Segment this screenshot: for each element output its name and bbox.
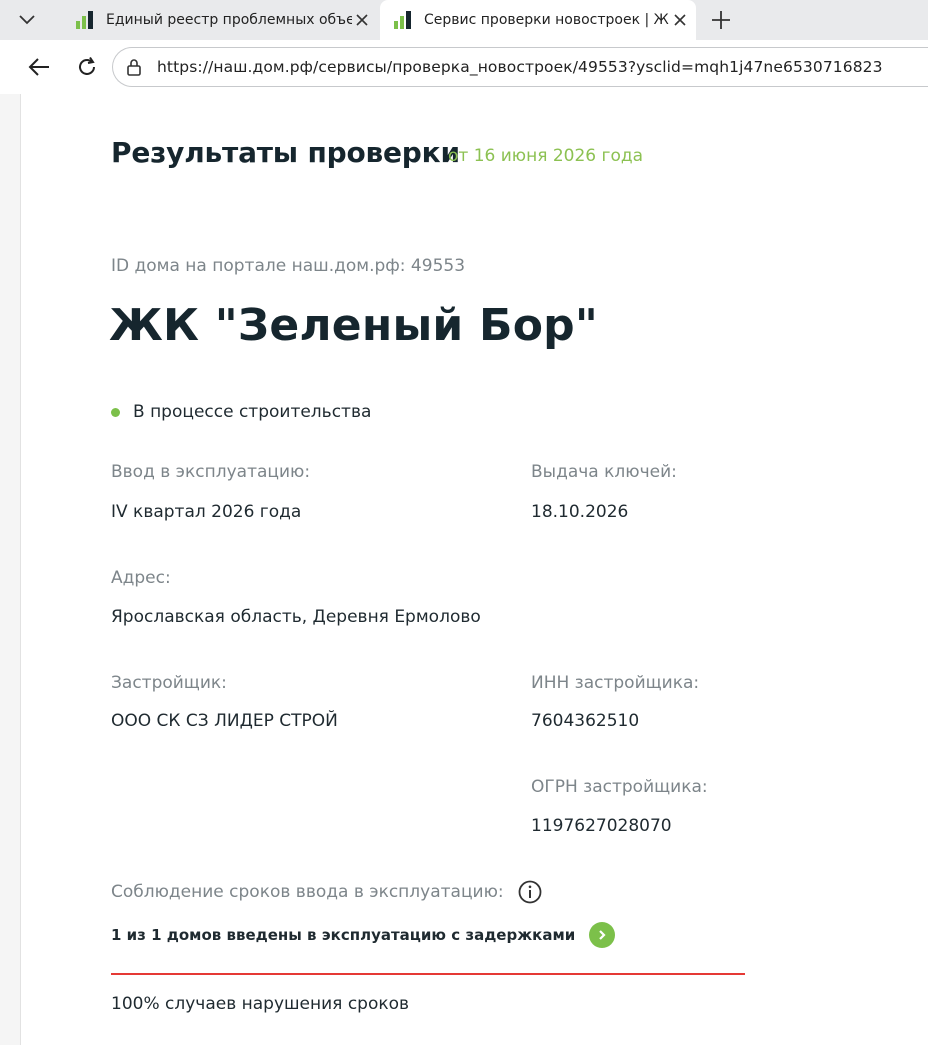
site-info-lock-icon[interactable]: [121, 54, 147, 80]
developer-label: Застройщик:: [111, 673, 227, 693]
deadline-label: Соблюдение сроков ввода в эксплуатацию:: [111, 882, 504, 902]
delay-summary-text: 1 из 1 домов введены в эксплуатацию с за…: [111, 926, 576, 944]
ogrn-value: 1197627028070: [531, 816, 672, 836]
reload-icon[interactable]: [74, 54, 100, 80]
tab-new-buildings-check[interactable]: Сервис проверки новостроек | ЖК: [380, 0, 696, 40]
address-bar[interactable]: https://наш.дом.рф/сервисы/проверка_ново…: [112, 47, 928, 87]
page-content: Результаты проверки от 16 июня 2026 года…: [20, 94, 928, 1045]
tab-list-chevron-icon[interactable]: [14, 8, 40, 32]
tab-title: Сервис проверки новостроек | ЖК: [424, 12, 670, 28]
close-tab-icon[interactable]: [352, 10, 372, 30]
info-icon[interactable]: [518, 880, 542, 904]
house-id: ID дома на портале наш.дом.рф: 49553: [111, 256, 466, 276]
tab-strip: Единый реестр проблемных объектов Сервис…: [0, 0, 928, 40]
new-tab-plus-icon[interactable]: [706, 6, 736, 34]
commissioning-value: IV квартал 2026 года: [111, 502, 302, 522]
browser-toolbar: https://наш.дом.рф/сервисы/проверка_ново…: [0, 40, 928, 94]
complex-name: ЖК "Зеленый Бор": [109, 300, 598, 351]
url-text: https://наш.дом.рф/сервисы/проверка_ново…: [157, 58, 883, 76]
close-tab-icon[interactable]: [670, 10, 690, 30]
chevron-right-icon[interactable]: [589, 922, 616, 948]
status-dot-icon: [111, 407, 120, 417]
keys-label: Выдача ключей:: [531, 462, 677, 482]
status-badge: В процессе строительства: [111, 402, 371, 422]
back-arrow-icon[interactable]: [26, 54, 52, 80]
ogrn-label: ОГРН застройщика:: [531, 777, 708, 797]
violation-percent-text: 100% случаев нарушения сроков: [111, 994, 410, 1014]
delay-indicator-bar: [111, 973, 745, 975]
results-date: от 16 июня 2026 года: [448, 146, 644, 166]
status-text: В процессе строительства: [133, 402, 372, 422]
domrf-logo-icon: [76, 11, 93, 29]
deadline-compliance-row: Соблюдение сроков ввода в эксплуатацию:: [111, 880, 542, 904]
commissioning-label: Ввод в эксплуатацию:: [111, 462, 311, 482]
inn-value: 7604362510: [531, 711, 640, 731]
address-value: Ярославская область, Деревня Ермолово: [111, 607, 481, 627]
keys-value: 18.10.2026: [531, 502, 629, 522]
page-title: Результаты проверки: [111, 136, 460, 169]
domrf-logo-icon: [394, 11, 411, 29]
developer-value: ООО СК СЗ ЛИДЕР СТРОЙ: [111, 711, 338, 731]
window-frame: [0, 94, 20, 1045]
tab-title: Единый реестр проблемных объектов: [106, 12, 352, 28]
inn-label: ИНН застройщика:: [531, 673, 700, 693]
address-label: Адрес:: [111, 568, 171, 588]
tab-problem-objects-registry[interactable]: Единый реестр проблемных объектов: [62, 0, 378, 40]
delay-summary-row[interactable]: 1 из 1 домов введены в эксплуатацию с за…: [111, 922, 616, 948]
